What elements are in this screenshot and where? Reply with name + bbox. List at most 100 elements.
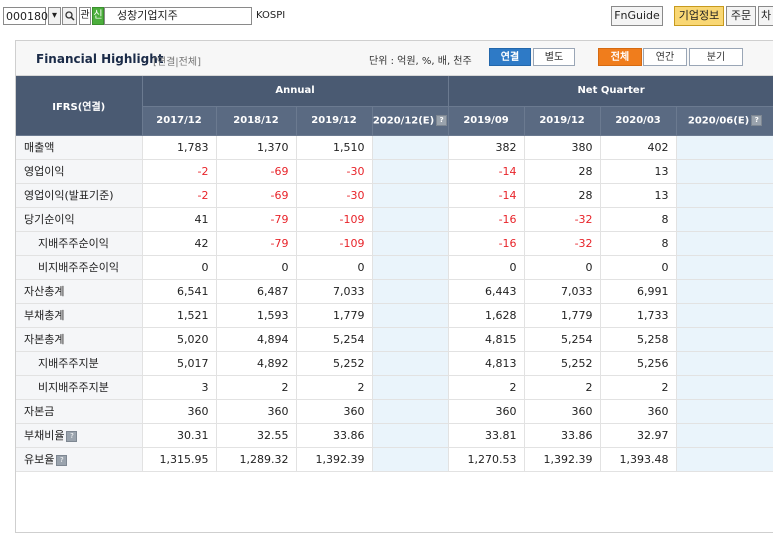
table-cell: 4,894 <box>216 327 297 352</box>
row-label-text: 영업이익(발표기준) <box>24 189 114 202</box>
help-icon[interactable]: ? <box>436 114 448 126</box>
interest-button[interactable]: 관 <box>79 7 91 25</box>
table-cell: 360 <box>600 399 677 424</box>
row-label: 부채비율? <box>16 423 143 448</box>
table-cell: 2 <box>448 375 525 400</box>
table-cell: -14 <box>448 183 525 208</box>
help-icon[interactable]: ? <box>56 454 68 466</box>
table-cell: 0 <box>524 255 601 280</box>
table-cell: 5,254 <box>524 327 601 352</box>
table-cell <box>372 255 449 280</box>
table-cell <box>372 183 449 208</box>
table-cell <box>372 159 449 184</box>
table-cell: 1,733 <box>600 303 677 328</box>
table-cell <box>372 207 449 232</box>
table-cell <box>676 399 773 424</box>
table-cell: 42 <box>142 231 217 256</box>
column-header-label: 2017/12 <box>156 115 202 126</box>
table-cell: 6,541 <box>142 279 217 304</box>
row-label: 자본금 <box>16 399 143 424</box>
top-toolbar: 000180 ▾ 관 신 성창기업지주 KOSPI FnGuide 기업정보 주… <box>0 0 773 32</box>
table-cell: 6,487 <box>216 279 297 304</box>
help-icon[interactable]: ? <box>751 114 763 126</box>
table-row: 매출액 1,783 1,370 1,510 382 380 402 <box>16 135 773 160</box>
help-icon[interactable]: ? <box>66 430 78 442</box>
table-cell: 33.86 <box>524 423 601 448</box>
row-label: 자본총계 <box>16 327 143 352</box>
table-cell: 6,443 <box>448 279 525 304</box>
table-cell <box>676 159 773 184</box>
column-header-label: 2019/12 <box>539 115 585 126</box>
table-cell: 4,815 <box>448 327 525 352</box>
period-annual-button[interactable]: 연간 <box>643 48 687 66</box>
table-cell: -16 <box>448 231 525 256</box>
table-row: 유보율? 1,315.95 1,289.32 1,392.39 1,270.53 1,39… <box>16 447 773 472</box>
table-cell: -32 <box>524 207 601 232</box>
column-header-label: 2019/12 <box>311 115 357 126</box>
table-row: 지배주주순이익 42 -79 -109 -16 -32 8 <box>16 231 773 256</box>
fnguide-button[interactable]: FnGuide <box>611 6 663 26</box>
search-icon[interactable] <box>62 7 77 25</box>
table-cell: -69 <box>216 183 297 208</box>
table-cell: 2 <box>600 375 677 400</box>
company-info-button[interactable]: 기업정보 <box>674 6 724 26</box>
table-cell <box>372 399 449 424</box>
table-cell: -2 <box>142 183 217 208</box>
row-label-text: 자본금 <box>24 405 55 418</box>
chevron-down-icon[interactable]: ▾ <box>48 7 61 25</box>
basis-consolidated-button[interactable]: 연결 <box>489 48 531 66</box>
column-header: 2019/12 <box>524 106 601 136</box>
period-all-button[interactable]: 전체 <box>598 48 642 66</box>
row-label-text: 당기순이익 <box>24 213 75 226</box>
table-cell: 1,779 <box>524 303 601 328</box>
table-cell: 13 <box>600 183 677 208</box>
new-badge: 신 <box>92 7 104 25</box>
basis-separate-button[interactable]: 별도 <box>533 48 575 66</box>
table-cell: -2 <box>142 159 217 184</box>
table-row: 부채비율? 30.31 32.55 33.86 33.81 33.86 32.97 <box>16 423 773 448</box>
table-cell <box>676 183 773 208</box>
table-cell <box>676 255 773 280</box>
table-cell: 4,892 <box>216 351 297 376</box>
company-name-field[interactable]: 성창기업지주 <box>104 7 252 25</box>
table-cell: 1,315.95 <box>142 447 217 472</box>
table-cell: -30 <box>296 159 373 184</box>
table-cell <box>676 423 773 448</box>
annual-group-header: Annual <box>142 76 449 107</box>
column-header-label: 2018/12 <box>233 115 279 126</box>
period-quarter-button[interactable]: 분기 <box>689 48 743 66</box>
table-cell: 360 <box>216 399 297 424</box>
row-label: 영업이익(발표기준) <box>16 183 143 208</box>
table-cell: 360 <box>524 399 601 424</box>
row-label-text: 지배주주지분 <box>38 357 99 370</box>
table-cell <box>676 135 773 160</box>
financial-table: IFRS(연결) Annual Net Quarter 2017/12 2018/… <box>16 76 773 472</box>
financial-highlight-panel: Financial Highlight [연결|전체] 단위 : 억원, %, … <box>15 40 773 533</box>
table-row: 비지배주주순이익 0 0 0 0 0 0 <box>16 255 773 280</box>
table-cell: 1,628 <box>448 303 525 328</box>
stock-code-input[interactable]: 000180 <box>3 7 48 25</box>
panel-header: Financial Highlight [연결|전체] 단위 : 억원, %, … <box>16 41 773 76</box>
table-cell: 28 <box>524 183 601 208</box>
table-cell: 1,289.32 <box>216 447 297 472</box>
table-cell: 0 <box>448 255 525 280</box>
row-label-text: 영업이익 <box>24 165 65 178</box>
column-header: 2020/12(E)? <box>372 106 449 136</box>
table-cell <box>372 375 449 400</box>
column-header: 2020/03 <box>600 106 677 136</box>
table-cell: 360 <box>296 399 373 424</box>
table-cell <box>676 207 773 232</box>
table-cell: 4,813 <box>448 351 525 376</box>
table-cell <box>676 447 773 472</box>
table-cell: 0 <box>216 255 297 280</box>
unit-text: 단위 : 억원, %, 배, 천주 <box>369 56 472 67</box>
table-cell: 0 <box>600 255 677 280</box>
table-cell <box>372 303 449 328</box>
column-header-label: 2020/12(E) <box>372 115 435 127</box>
table-cell <box>372 447 449 472</box>
column-header-label: 2020/06(E) <box>687 115 750 127</box>
more-button[interactable]: 차 <box>758 6 773 26</box>
order-button[interactable]: 주문 <box>726 6 756 26</box>
table-cell: -69 <box>216 159 297 184</box>
row-label-text: 비지배주주순이익 <box>38 261 119 274</box>
